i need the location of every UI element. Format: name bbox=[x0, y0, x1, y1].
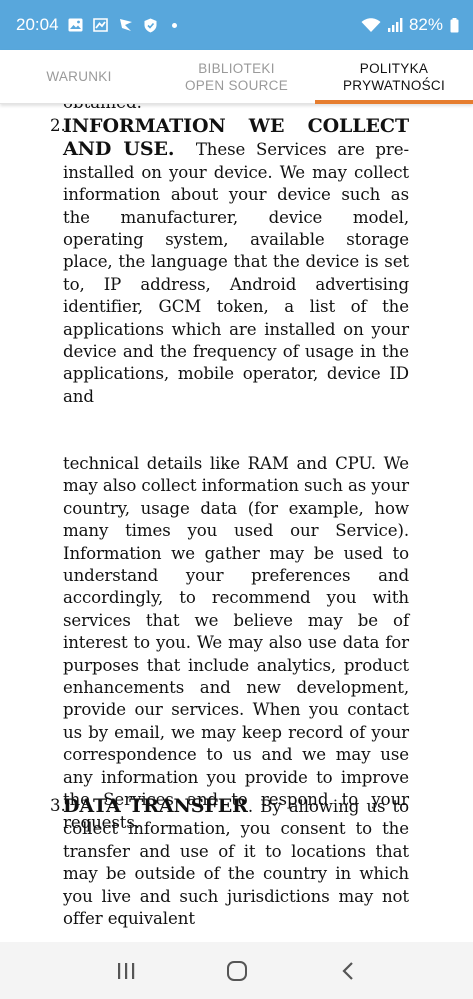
tab-label: POLITYKA PRYWATNOŚCI bbox=[342, 60, 446, 93]
back-icon bbox=[341, 961, 353, 980]
battery-percent: 82% bbox=[408, 15, 443, 34]
tab-label: WARUNKI bbox=[46, 69, 112, 84]
gallery-icon bbox=[93, 17, 109, 33]
status-right: 82% bbox=[361, 15, 459, 35]
home-icon bbox=[226, 960, 247, 981]
tab-label: BIBLIOTEKI OPEN SOURCE bbox=[184, 60, 289, 93]
section-information-we-collect: INFORMATION WE COLLECT AND USE. These Se… bbox=[63, 115, 409, 408]
home-button[interactable] bbox=[207, 949, 267, 993]
active-tab-indicator bbox=[315, 100, 473, 104]
status-time: 20:04 bbox=[16, 15, 59, 34]
status-bar: 20:04 82% bbox=[0, 0, 473, 50]
system-nav-bar bbox=[0, 942, 473, 999]
wifi-icon bbox=[361, 17, 381, 33]
section-body: These Services are pre-installed on your… bbox=[63, 140, 409, 406]
shield-icon bbox=[143, 17, 159, 33]
status-left: 20:04 bbox=[16, 15, 361, 35]
image-icon bbox=[68, 17, 84, 33]
tab-bar: WARUNKI BIBLIOTEKI OPEN SOURCE POLITYKA … bbox=[0, 50, 473, 104]
tab-warunki[interactable]: WARUNKI bbox=[0, 50, 158, 103]
section-heading: DATA TRANSFER bbox=[63, 795, 248, 817]
notification-dot-icon bbox=[171, 22, 177, 28]
battery-icon bbox=[449, 17, 459, 33]
section-body: technical details like RAM and CPU. We m… bbox=[63, 454, 409, 832]
back-button[interactable] bbox=[318, 949, 378, 993]
section-information-continued: technical details like RAM and CPU. We m… bbox=[63, 453, 409, 834]
cut-off-text: obtained. bbox=[63, 104, 142, 114]
flag-icon bbox=[118, 17, 134, 33]
section-data-transfer: DATA TRANSFER. By allowing us to collect… bbox=[63, 795, 409, 930]
privacy-policy-content[interactable]: obtained. 2. INFORMATION WE COLLECT AND … bbox=[0, 104, 473, 942]
signal-icon bbox=[387, 17, 403, 33]
recents-button[interactable] bbox=[96, 949, 156, 993]
recents-icon bbox=[117, 962, 134, 979]
tab-open-source-libraries[interactable]: BIBLIOTEKI OPEN SOURCE bbox=[158, 50, 315, 103]
tab-privacy-policy[interactable]: POLITYKA PRYWATNOŚCI bbox=[315, 50, 473, 104]
